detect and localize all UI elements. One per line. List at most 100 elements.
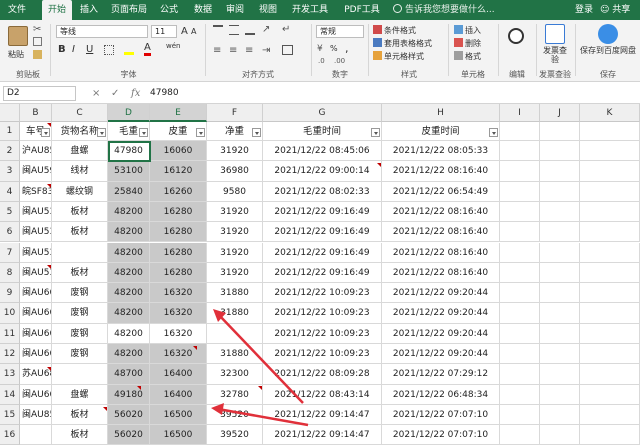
column-header-e[interactable]: E [150, 104, 207, 122]
cell-e[interactable]: 16060 [150, 141, 207, 162]
cut-icon[interactable]: ✂ [33, 24, 45, 36]
cell-b[interactable]: 闽AU536 [20, 242, 52, 263]
empty-cell[interactable] [500, 242, 540, 263]
cell-g[interactable]: 2021/12/22 09:14:47 [263, 404, 382, 426]
cell-h[interactable]: 2021/12/22 09:20:44 [382, 323, 500, 344]
cell-h[interactable]: 2021/12/22 08:16:40 [382, 222, 500, 243]
cell-f[interactable]: 36980 [207, 161, 263, 182]
cell-h[interactable]: 2021/12/22 09:20:44 [382, 283, 500, 304]
tab-page-layout[interactable]: 页面布局 [110, 0, 148, 20]
cell-e[interactable]: 16280 [150, 222, 207, 243]
table-format-icon[interactable] [373, 38, 382, 47]
filter-dropdown-icon[interactable] [196, 128, 205, 137]
cell-e[interactable]: 16320 [150, 283, 207, 304]
wrap-text-icon[interactable]: ↵ [282, 24, 294, 36]
tab-view[interactable]: 视图 [257, 0, 279, 20]
cell-style-icon[interactable] [373, 51, 382, 60]
cell-d[interactable]: 48200 [108, 242, 150, 263]
row-header[interactable]: 16 [0, 425, 20, 445]
cell-style-button[interactable]: 单元格样式 [384, 51, 424, 62]
font-name-select[interactable]: 等线 [56, 25, 148, 38]
empty-cell[interactable] [500, 283, 540, 304]
cell-e[interactable]: 16120 [150, 161, 207, 182]
fill-color-icon[interactable] [124, 45, 134, 55]
empty-cell[interactable] [540, 262, 580, 284]
column-header-h[interactable]: H [382, 104, 500, 122]
cell-c[interactable]: 废钢 [52, 283, 108, 304]
row-header[interactable]: 9 [0, 283, 20, 304]
cell-c[interactable]: 盘螺 [52, 141, 108, 162]
empty-cell[interactable] [580, 222, 640, 243]
copy-icon[interactable] [33, 37, 42, 46]
cell-g[interactable]: 2021/12/22 10:09:23 [263, 303, 382, 324]
indent-icon[interactable]: ⇥ [262, 45, 274, 57]
header-cell-h[interactable]: 皮重时间 [382, 122, 500, 141]
phonetic-button[interactable]: wén [166, 42, 180, 50]
row-header[interactable]: 7 [0, 242, 20, 263]
cell-g[interactable]: 2021/12/22 09:00:14 [263, 161, 382, 182]
empty-cell[interactable] [500, 364, 540, 385]
empty-cell[interactable] [540, 344, 580, 365]
cell-g[interactable]: 2021/12/22 08:45:06 [263, 141, 382, 162]
empty-cell[interactable] [580, 283, 640, 304]
cell-g[interactable]: 2021/12/22 10:09:23 [263, 344, 382, 365]
empty-cell[interactable] [540, 364, 580, 385]
cell-b[interactable]: 闽AU667 [20, 283, 52, 304]
row-header[interactable]: 8 [0, 262, 20, 284]
cell-f[interactable]: 39520 [207, 425, 263, 445]
cloud-icon[interactable] [598, 24, 618, 44]
decrease-decimal-icon[interactable]: .00 [334, 57, 346, 69]
column-header-f[interactable]: F [207, 104, 263, 122]
empty-cell[interactable] [500, 201, 540, 223]
cell-h[interactable]: 2021/12/22 08:16:40 [382, 262, 500, 284]
cell-c[interactable]: 板材 [52, 404, 108, 426]
cell-h[interactable]: 2021/12/22 07:07:10 [382, 404, 500, 426]
empty-cell[interactable] [580, 425, 640, 445]
empty-cell[interactable] [500, 222, 540, 243]
format-cells-button[interactable]: 格式 [465, 51, 481, 62]
cell-d[interactable]: 48200 [108, 283, 150, 304]
filter-dropdown-icon[interactable] [489, 128, 498, 137]
tab-pdf-tools[interactable]: PDF工具集 [340, 0, 384, 35]
row-header[interactable]: 11 [0, 323, 20, 344]
align-right-icon[interactable]: ≡ [245, 45, 257, 57]
align-top-icon[interactable] [213, 25, 223, 35]
name-box[interactable]: D2 [3, 86, 76, 101]
cell-g[interactable]: 2021/12/22 09:16:49 [263, 201, 382, 223]
filter-dropdown-icon[interactable] [97, 128, 106, 137]
empty-cell[interactable] [580, 161, 640, 182]
delete-cells-icon[interactable] [454, 38, 463, 47]
empty-cell[interactable] [540, 242, 580, 263]
cell-d[interactable]: 48200 [108, 323, 150, 344]
cell-g[interactable]: 2021/12/22 08:09:28 [263, 364, 382, 385]
cell-c[interactable]: 板材 [52, 425, 108, 445]
delete-cells-button[interactable]: 删除 [465, 38, 481, 49]
row-header[interactable]: 10 [0, 303, 20, 324]
empty-cell[interactable] [540, 283, 580, 304]
cell-d[interactable]: 56020 [108, 404, 150, 426]
save-baidu-button[interactable]: 保存到百度网盘 [578, 46, 638, 55]
tab-file[interactable]: 文件 [2, 0, 32, 20]
row-header[interactable]: 12 [0, 344, 20, 365]
cell-e[interactable]: 16500 [150, 404, 207, 426]
column-header-i[interactable]: I [500, 104, 540, 122]
empty-cell[interactable] [500, 161, 540, 182]
cell-b[interactable]: 闽AU667 [20, 344, 52, 365]
cell-f[interactable]: 31920 [207, 201, 263, 223]
empty-cell[interactable] [540, 161, 580, 182]
cell-h[interactable]: 2021/12/22 09:20:44 [382, 303, 500, 324]
table-format-button[interactable]: 套用表格格式 [384, 38, 432, 49]
cell-c[interactable] [52, 242, 108, 263]
shrink-font-button[interactable]: A [191, 27, 196, 36]
cell-e[interactable]: 16400 [150, 364, 207, 385]
cell-d[interactable]: 47980 [108, 141, 150, 162]
cell-c[interactable]: 板材 [52, 262, 108, 284]
cell-b[interactable]: 沪AU856 [20, 141, 52, 162]
insert-cells-button[interactable]: 插入 [465, 25, 481, 36]
empty-cell[interactable] [580, 122, 640, 141]
cell-h[interactable]: 2021/12/22 06:48:34 [382, 384, 500, 405]
cell-d[interactable]: 48200 [108, 262, 150, 284]
cell-d[interactable]: 48700 [108, 364, 150, 385]
cell-d[interactable]: 48200 [108, 222, 150, 243]
percent-button[interactable]: % [330, 44, 338, 53]
